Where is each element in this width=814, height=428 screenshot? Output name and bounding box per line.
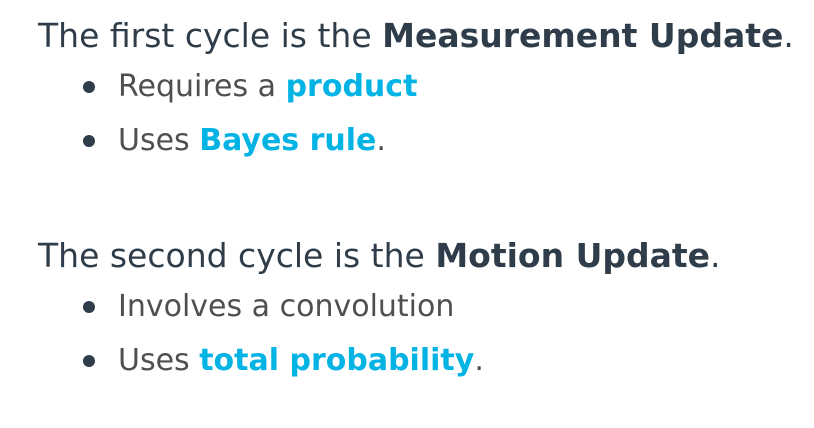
- motion-update-section: The second cycle is the Motion Update. I…: [38, 232, 808, 388]
- heading-bold-term: Motion Update: [435, 236, 711, 275]
- list-item: Uses total probability.: [38, 334, 808, 388]
- heading-bold-term: Measurement Update: [382, 16, 784, 55]
- heading-prefix: The second cycle is the: [38, 236, 436, 275]
- bullet-list: Involves a convolution Uses total probab…: [38, 280, 808, 388]
- section-heading: The second cycle is the Motion Update.: [38, 232, 808, 280]
- list-item: Uses Bayes rule.: [38, 114, 808, 168]
- list-item-suffix: .: [474, 343, 484, 378]
- list-item-text: Requires a: [118, 69, 286, 104]
- section-heading: The first cycle is the Measurement Updat…: [38, 12, 808, 60]
- heading-prefix: The first cycle is the: [38, 16, 383, 55]
- product-link[interactable]: product: [286, 69, 418, 104]
- list-item-text: Uses: [118, 123, 200, 158]
- bullet-dot-icon: [83, 301, 95, 313]
- bayes-rule-link[interactable]: Bayes rule: [199, 123, 376, 158]
- measurement-update-section: The first cycle is the Measurement Updat…: [38, 12, 808, 168]
- bullet-list: Requires a product Uses Bayes rule.: [38, 60, 808, 168]
- list-item: Requires a product: [38, 60, 808, 114]
- list-item: Involves a convolution: [38, 280, 808, 334]
- list-item-text: Involves a convolution: [118, 289, 455, 324]
- list-item-text: Uses: [118, 343, 200, 378]
- list-item-suffix: .: [376, 123, 386, 158]
- bullet-dot-icon: [83, 355, 95, 367]
- bullet-dot-icon: [83, 81, 95, 93]
- total-probability-link[interactable]: total probability: [199, 343, 474, 378]
- bullet-dot-icon: [83, 135, 95, 147]
- heading-suffix: .: [710, 236, 721, 275]
- heading-suffix: .: [783, 16, 794, 55]
